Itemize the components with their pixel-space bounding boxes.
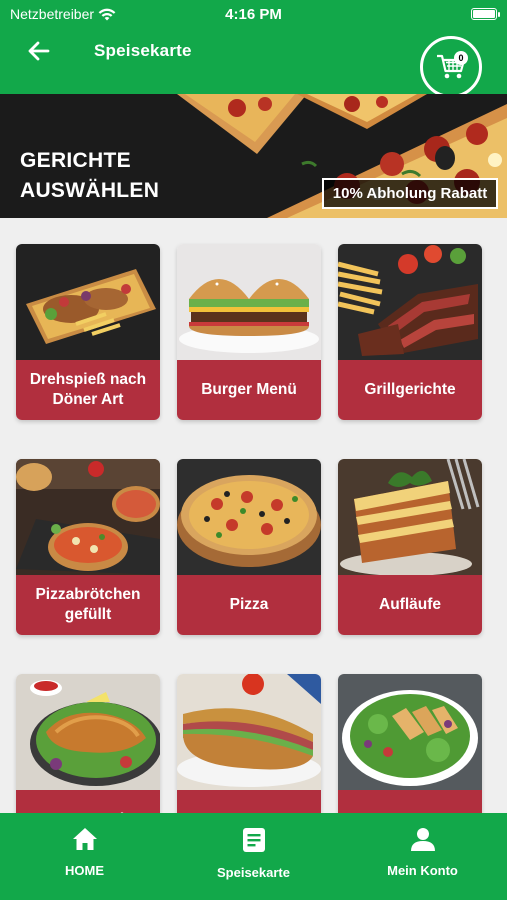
category-card-grill[interactable]: Grillgerichte [338, 244, 482, 420]
nav-menu[interactable]: Speisekarte [169, 813, 338, 900]
pickup-discount-badge: 10% Abholung Rabatt [322, 178, 498, 209]
nav-label: Mein Konto [387, 863, 458, 878]
schnitzel-image [16, 674, 160, 790]
category-label: Drehspieß nach Döner Art [16, 360, 160, 420]
pizza-rolls-image [16, 459, 160, 575]
burger-image [177, 244, 321, 360]
category-card-casserole[interactable]: Aufläufe [338, 459, 482, 635]
nav-label: HOME [65, 863, 104, 878]
steak-image [338, 244, 482, 360]
category-label: Aufläufe [338, 575, 482, 635]
category-card-doner[interactable]: Drehspieß nach Döner Art [16, 244, 160, 420]
home-icon [72, 828, 97, 850]
sandwich-image [177, 674, 321, 790]
banner-headline-line1: GERICHTE [20, 149, 131, 172]
lasagna-image [338, 459, 482, 575]
person-icon [410, 828, 435, 851]
status-bar: Netzbetreiber 4:16 PM [0, 0, 507, 28]
nav-home[interactable]: HOME [0, 813, 169, 900]
category-card-burger[interactable]: Burger Menü [177, 244, 321, 420]
status-time: 4:16 PM [225, 6, 282, 23]
app-screen: Netzbetreiber 4:16 PM Speisekarte 0 GERI… [0, 0, 507, 900]
pizza-image [177, 459, 321, 575]
nav-account[interactable]: Mein Konto [338, 813, 507, 900]
nav-label: Speisekarte [217, 865, 290, 880]
page-title: Speisekarte [94, 41, 192, 60]
category-label: Grillgerichte [338, 360, 482, 420]
banner-headline: GERICHTE AUSWÄHLEN [20, 146, 200, 206]
promo-banner: GERICHTE AUSWÄHLEN 10% Abholung Rabatt [0, 94, 507, 218]
arrow-left-icon [28, 41, 50, 61]
back-button[interactable] [22, 34, 56, 68]
category-card-pizza[interactable]: Pizza [177, 459, 321, 635]
category-label: Burger Menü [177, 360, 321, 420]
banner-headline-line2: AUSWÄHLEN [20, 179, 160, 202]
doner-plate-image [16, 244, 160, 360]
category-label: Pizzabrötchen gefüllt [16, 575, 160, 635]
bottom-navigation: HOME Speisekarte Mein Konto [0, 813, 507, 900]
cart-count-badge: 0 [454, 51, 468, 65]
cart-button[interactable]: 0 [420, 36, 482, 98]
battery-icon [471, 8, 500, 20]
top-bar: Netzbetreiber 4:16 PM Speisekarte 0 [0, 0, 507, 98]
category-card-pizza-rolls[interactable]: Pizzabrötchen gefüllt [16, 459, 160, 635]
menu-card-icon [242, 828, 265, 852]
chicken-salad-image [338, 674, 482, 790]
category-label: Pizza [177, 575, 321, 635]
